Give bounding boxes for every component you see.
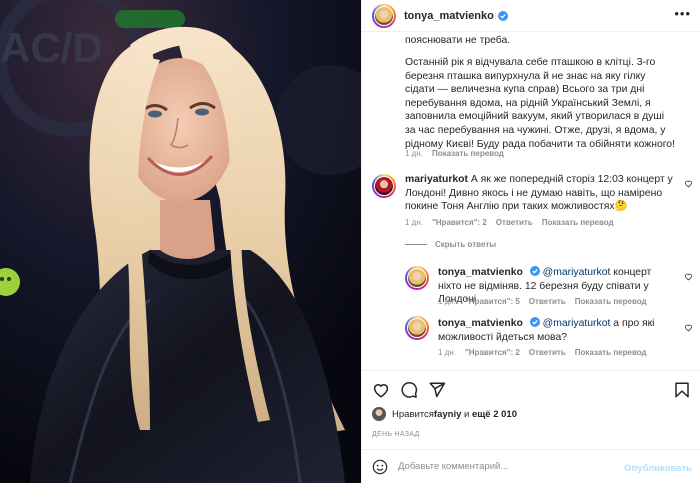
- reply-mention-link[interactable]: @mariyaturkot: [543, 267, 611, 278]
- post-date[interactable]: ДЕНЬ НАЗАД: [372, 431, 420, 438]
- add-comment-input[interactable]: [398, 461, 618, 472]
- comments-scroll-area[interactable]: пояснювати не треба. Останній рік я відч…: [362, 32, 700, 368]
- reply-body: tonya_matvienko @mariyaturkot а про які …: [438, 317, 676, 344]
- liker-avatar: [372, 407, 386, 421]
- likes-count[interactable]: ещё 2 010: [472, 409, 517, 420]
- post-photo[interactable]: AC/D: [0, 0, 361, 483]
- reply-time: 1 дн.: [438, 348, 456, 357]
- emoji-icon[interactable]: [372, 459, 388, 475]
- likes-summary[interactable]: Нравится fayniy и ещё 2 010: [372, 407, 517, 421]
- heart-icon[interactable]: [372, 381, 390, 399]
- reply-like-heart-icon[interactable]: [684, 272, 693, 281]
- reply-mention-link[interactable]: @mariyaturkot: [543, 318, 611, 329]
- caption-translate-button[interactable]: Показать перевод: [432, 149, 504, 158]
- likes-user[interactable]: fayniy: [434, 409, 461, 420]
- author-username[interactable]: tonya_matvienko: [404, 10, 494, 22]
- comment-like-heart-icon[interactable]: [684, 179, 693, 188]
- verified-badge-icon: [529, 317, 540, 327]
- author-avatar[interactable]: [372, 3, 396, 28]
- verified-badge-icon: [529, 266, 540, 276]
- reply-like-heart-icon[interactable]: [684, 323, 693, 332]
- reply-reply-button[interactable]: Ответить: [529, 297, 566, 306]
- caption-paragraph: Останній рік я відчувала себе пташкою в …: [405, 57, 675, 150]
- reply-username[interactable]: tonya_matvienko: [438, 267, 523, 278]
- action-bar: [362, 370, 700, 410]
- comment-likes-count[interactable]: "Нравится": 2: [432, 218, 487, 227]
- reply-meta: 1 дн. "Нравится": 2 Ответить Показать пе…: [438, 348, 647, 357]
- add-comment-bar: Опубликовать: [362, 449, 700, 483]
- reply-author-avatar[interactable]: [405, 266, 429, 290]
- bookmark-icon[interactable]: [673, 381, 691, 399]
- reply-reply-button[interactable]: Ответить: [529, 348, 566, 357]
- comment-icon[interactable]: [400, 381, 418, 399]
- instagram-post: AC/D tonya_matvienko ••• пояснювати не т…: [0, 0, 700, 483]
- reply-translate-button[interactable]: Показать перевод: [575, 348, 647, 357]
- reply-translate-button[interactable]: Показать перевод: [575, 297, 647, 306]
- caption-line-top: пояснювати не треба.: [405, 35, 511, 46]
- hide-replies-label: Скрыть ответы: [435, 240, 497, 249]
- likes-middle: и: [461, 408, 472, 420]
- publish-button[interactable]: Опубликовать: [624, 463, 692, 474]
- svg-text:AC/D: AC/D: [0, 24, 103, 71]
- comment-body: mariyaturkot А як же попередній сторіз 1…: [405, 173, 675, 214]
- reply-author-avatar[interactable]: [405, 316, 429, 340]
- comment-username[interactable]: mariyaturkot: [405, 174, 468, 185]
- more-dots-icon[interactable]: •••: [674, 7, 691, 20]
- commenter-avatar[interactable]: [372, 174, 396, 198]
- reply-likes-count[interactable]: "Нравится": 5: [465, 297, 520, 306]
- comment-reply-button[interactable]: Ответить: [496, 218, 533, 227]
- reply-likes-count[interactable]: "Нравится": 2: [465, 348, 520, 357]
- comment-translate-button[interactable]: Показать перевод: [542, 218, 614, 227]
- post-panel: tonya_matvienko ••• пояснювати не треба.…: [361, 0, 700, 483]
- caption-meta: 1 дн. Показать перевод: [405, 149, 504, 158]
- hide-replies-line: [405, 244, 427, 245]
- comment-meta: 1 дн. "Нравится": 2 Ответить Показать пе…: [405, 218, 614, 227]
- share-icon[interactable]: [428, 381, 446, 399]
- reply-meta: 1 дн. "Нравится": 5 Ответить Показать пе…: [438, 297, 647, 306]
- hide-replies-button[interactable]: Скрыть ответы: [405, 240, 496, 249]
- reply-username[interactable]: tonya_matvienko: [438, 318, 523, 329]
- photo-woman-illustration: AC/D: [0, 0, 361, 483]
- caption-time: 1 дн.: [405, 149, 423, 158]
- comment-time: 1 дн.: [405, 218, 423, 227]
- verified-badge-icon: [497, 10, 508, 21]
- post-header: tonya_matvienko •••: [362, 0, 700, 32]
- reply-time: 1 дн.: [438, 297, 456, 306]
- likes-prefix: Нравится: [392, 408, 434, 420]
